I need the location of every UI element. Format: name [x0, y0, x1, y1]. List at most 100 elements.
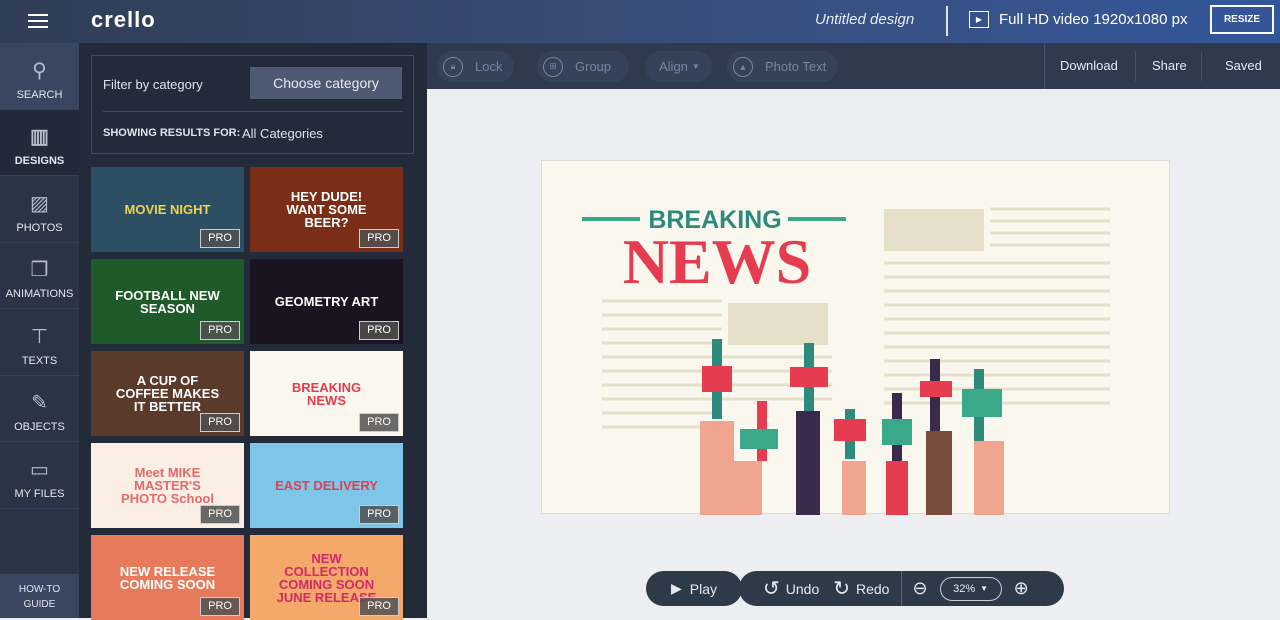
- sidebar-item-animations[interactable]: ❒ ANIMATIONS: [0, 243, 79, 309]
- divider: [946, 6, 948, 36]
- editor-toolbar: 🔒︎ Lock ⊞ Group Align ▼ ▲ Photo Text Downloa…: [427, 43, 1280, 89]
- photo-text-button[interactable]: ▲ Photo Text: [727, 51, 839, 82]
- sidebar-item-designs[interactable]: ▥ DESIGNS: [0, 109, 79, 176]
- template-thumbnail[interactable]: HEY DUDE! WANT SOME BEER? PRO: [250, 167, 403, 252]
- zoom-in-icon[interactable]: ⊕: [1014, 578, 1029, 599]
- template-title: NEW COLLECTION COMING SOON JUNE RELEASE: [276, 550, 377, 605]
- undo-label: Undo: [785, 580, 820, 597]
- group-button[interactable]: ⊞ Group: [537, 51, 630, 82]
- photos-icon: ▨: [30, 192, 49, 215]
- sidebar-item-label: SEARCH: [16, 88, 63, 101]
- format-label: Full HD video 1920x1080 px: [999, 11, 1188, 28]
- top-bar: crello Untitled design ▶ Full HD video 19…: [0, 0, 1280, 43]
- history-zoom-controls: ↺ Undo ↻ Redo ⊖ 32% ▼ ⊕: [739, 571, 1064, 606]
- sidebar-item-label: PHOTOS: [16, 221, 63, 234]
- animations-icon: ❒: [30, 259, 49, 281]
- template-thumbnail[interactable]: MOVIE NIGHT PRO: [91, 167, 244, 252]
- play-label: Play: [689, 580, 717, 597]
- play-button[interactable]: ▶ Play: [646, 571, 742, 606]
- template-thumbnail[interactable]: NEW COLLECTION COMING SOON JUNE RELEASE P…: [250, 535, 403, 620]
- sidebar-item-label: DESIGNS: [14, 155, 65, 167]
- template-title: A CUP OF COFFEE MAKES IT BETTER: [115, 373, 220, 414]
- zoom-out-icon[interactable]: ⊖: [912, 578, 927, 599]
- texts-icon: ⊤: [30, 325, 49, 348]
- sidebar-item-my-files[interactable]: ▭ MY FILES: [0, 442, 79, 509]
- chevron-down-icon: ▼: [980, 584, 989, 593]
- showing-results-label: SHOWING RESULTS FOR:: [103, 127, 241, 139]
- divider: [1044, 43, 1045, 89]
- template-thumbnail[interactable]: GEOMETRY ART PRO: [250, 259, 403, 344]
- sidebar-item-objects[interactable]: ✎ OBJECTS: [0, 376, 79, 442]
- format-selector[interactable]: ▶ Full HD video 1920x1080 px: [969, 11, 1187, 28]
- designs-panel: Filter by category Choose category SHOWI…: [79, 43, 427, 620]
- showing-results-value: All Categories: [242, 126, 323, 141]
- template-thumbnail[interactable]: NEW RELEASE COMING SOON PRO: [91, 535, 244, 620]
- sidebar-item-photos[interactable]: ▨ PHOTOS: [0, 176, 79, 243]
- template-thumbnail[interactable]: FOOTBALL NEW SEASON PRO: [91, 259, 244, 344]
- template-thumbnail[interactable]: A CUP OF COFFEE MAKES IT BETTER PRO: [91, 351, 244, 436]
- menu-icon[interactable]: [28, 11, 48, 29]
- group-label: Group: [575, 59, 612, 74]
- share-button[interactable]: Share: [1152, 58, 1187, 73]
- play-icon: ▶: [670, 580, 682, 596]
- photo-text-label: Photo Text: [765, 59, 827, 74]
- choose-category-button[interactable]: Choose category: [250, 67, 402, 99]
- divider: [103, 111, 403, 112]
- files-icon: ▭: [30, 458, 49, 481]
- video-icon: ▶: [969, 11, 989, 28]
- designs-icon: ▥: [30, 126, 49, 148]
- objects-icon: ✎: [31, 392, 48, 414]
- pro-badge: PRO: [359, 229, 399, 248]
- sidebar-item-label: TEXTS: [21, 354, 58, 367]
- divider: [1135, 51, 1136, 81]
- template-thumbnail[interactable]: Meet MIKE MASTER'S PHOTO School PRO: [91, 443, 244, 528]
- divider: [1201, 51, 1202, 81]
- group-icon: ⊞: [543, 56, 563, 77]
- lock-label: Lock: [475, 59, 503, 74]
- pro-badge: PRO: [359, 597, 399, 616]
- lock-button[interactable]: 🔒︎ Lock: [437, 51, 515, 82]
- sidebar-item-search[interactable]: ⚲ SEARCH: [0, 43, 79, 110]
- zoom-select[interactable]: 32% ▼: [939, 576, 1002, 601]
- pro-badge: PRO: [359, 321, 399, 340]
- pro-badge: PRO: [359, 413, 399, 432]
- design-title[interactable]: Untitled design: [815, 11, 914, 28]
- divider: [901, 571, 903, 606]
- category-filter: Filter by category Choose category SHOWI…: [91, 55, 414, 154]
- redo-icon: ↻: [833, 578, 850, 600]
- sidebar-item-label: ANIMATIONS: [5, 288, 74, 300]
- sidebar-item-label: OBJECTS: [14, 421, 65, 433]
- resize-button[interactable]: RESIZE: [1210, 5, 1274, 34]
- undo-button[interactable]: ↺ Undo: [763, 576, 819, 601]
- pro-badge: PRO: [200, 597, 240, 616]
- align-dropdown[interactable]: Align ▼: [645, 51, 712, 82]
- template-title: NEW RELEASE COMING SOON: [119, 563, 216, 592]
- template-thumbnail[interactable]: BREAKING NEWS PRO: [250, 351, 403, 436]
- download-button[interactable]: Download: [1060, 58, 1118, 73]
- redo-button[interactable]: ↻ Redo: [833, 576, 889, 601]
- template-title: FOOTBALL NEW SEASON: [115, 287, 220, 316]
- redo-label: Redo: [856, 580, 890, 597]
- template-title: EAST DELIVERY: [275, 478, 378, 493]
- sidebar-item-texts[interactable]: ⊤ TEXTS: [0, 309, 79, 376]
- sidebar: ⚲ SEARCH ▥ DESIGNS ▨ PHOTOS ❒ ANIMATIONS ⊤ TE…: [0, 43, 79, 618]
- template-title: GEOMETRY ART: [274, 294, 379, 309]
- align-label: Align: [659, 59, 688, 74]
- template-title: Meet MIKE MASTER'S PHOTO School: [121, 465, 214, 506]
- pro-badge: PRO: [200, 321, 240, 340]
- how-to-label: HOW-TO: [18, 584, 61, 595]
- guide-label: GUIDE: [23, 599, 56, 610]
- how-to-guide-button[interactable]: HOW-TO GUIDE: [0, 574, 79, 618]
- saved-status: Saved: [1225, 58, 1262, 73]
- lock-icon: 🔒︎: [443, 56, 463, 77]
- sidebar-item-label: MY FILES: [14, 487, 65, 500]
- template-thumbnail[interactable]: EAST DELIVERY PRO: [250, 443, 403, 528]
- template-title: BREAKING NEWS: [291, 379, 362, 408]
- design-canvas[interactable]: BREAKING NEWS: [541, 160, 1170, 515]
- chevron-down-icon: ▼: [691, 62, 700, 71]
- pro-badge: PRO: [200, 505, 240, 524]
- pro-badge: PRO: [359, 505, 399, 524]
- headline-main: NEWS: [623, 226, 812, 297]
- logo[interactable]: crello: [91, 7, 156, 33]
- pro-badge: PRO: [200, 413, 240, 432]
